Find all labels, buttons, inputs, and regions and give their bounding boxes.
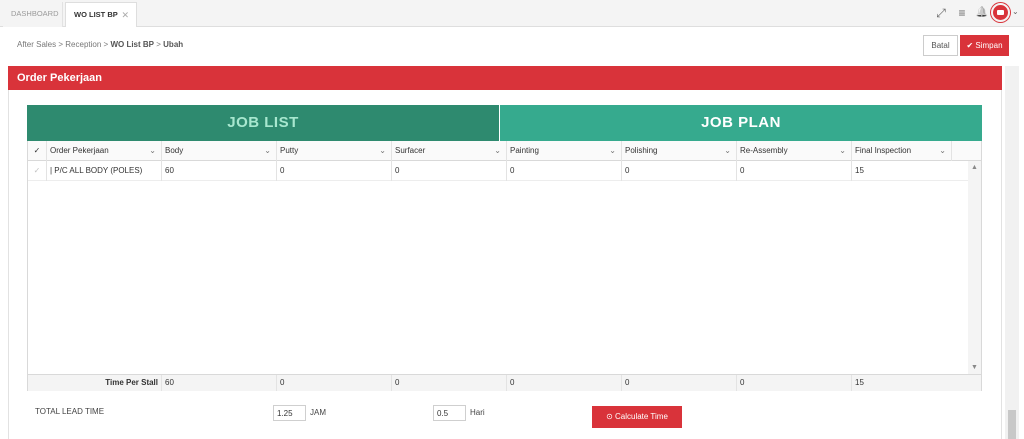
column-header-putty[interactable]: Putty ⌄	[277, 141, 392, 161]
breadcrumb: After Sales > Reception > WO List BP > U…	[17, 40, 183, 49]
menu-icon[interactable]: ≡	[955, 6, 969, 20]
page-scrollbar[interactable]	[1005, 66, 1019, 439]
column-header-order[interactable]: Order Pekerjaan ⌄	[47, 141, 162, 161]
tab-bar: DASHBOARD WO LIST BP ✕ ⤢ ≡ 🔔 ⌄	[0, 0, 1024, 27]
expand-icon[interactable]: ⤢	[934, 6, 948, 20]
save-button[interactable]: ✔ Simpan	[960, 35, 1009, 56]
calculate-time-button[interactable]: ⊙ Calculate Time	[592, 406, 682, 428]
chevron-down-icon[interactable]: ⌄	[939, 141, 946, 161]
column-label: Putty	[280, 146, 299, 155]
cell-painting[interactable]: 0	[507, 161, 622, 181]
column-header-final-inspection[interactable]: Final Inspection ⌄	[852, 141, 952, 161]
clock-icon: ⊙	[606, 412, 613, 421]
tab-dashboard[interactable]: DASHBOARD	[3, 2, 63, 27]
cell-order[interactable]: | P/C ALL BODY (POLES)	[47, 161, 162, 181]
chevron-down-icon[interactable]: ⌄	[494, 141, 501, 161]
close-icon[interactable]: ✕	[121, 3, 129, 27]
bell-icon[interactable]: 🔔	[975, 6, 989, 20]
grid-scrollbar[interactable]: ▲ ▼	[968, 161, 981, 374]
footer-surfacer: 0	[392, 375, 507, 391]
column-header-polishing[interactable]: Polishing ⌄	[622, 141, 737, 161]
scroll-up-icon[interactable]: ▲	[968, 164, 981, 171]
save-label: Simpan	[975, 41, 1003, 50]
column-label: Painting	[510, 146, 539, 155]
breadcrumb-current: Ubah	[163, 40, 184, 49]
hari-unit-label: Hari	[470, 408, 485, 417]
footer-reassembly: 0	[737, 375, 852, 391]
chevron-down-icon[interactable]: ⌄	[149, 141, 156, 161]
select-all-checkbox[interactable]: ✓	[28, 141, 47, 161]
tab-label: DASHBOARD	[11, 9, 59, 18]
breadcrumb-item[interactable]: Reception	[65, 40, 101, 49]
footer-putty: 0	[277, 375, 392, 391]
grid-header: ✓ Order Pekerjaan ⌄ Body ⌄ Putty ⌄ Surfacer…	[28, 141, 981, 161]
footer-body: 60	[162, 375, 277, 391]
lead-time-jam-input[interactable]	[273, 405, 306, 421]
column-header-reassembly[interactable]: Re-Assembly ⌄	[737, 141, 852, 161]
job-grid: ✓ Order Pekerjaan ⌄ Body ⌄ Putty ⌄ Surfacer…	[27, 141, 982, 391]
chevron-down-icon[interactable]: ⌄	[839, 141, 846, 161]
job-plan-banner: JOB PLAN	[500, 105, 982, 141]
scrollbar-thumb[interactable]	[1008, 410, 1016, 439]
breadcrumb-separator: >	[58, 40, 64, 49]
table-row[interactable]: ✓ | P/C ALL BODY (POLES) 60 0 0 0 0 0 15	[28, 161, 968, 181]
row-checkbox[interactable]: ✓	[28, 161, 47, 181]
tab-wo-list-bp[interactable]: WO LIST BP ✕	[65, 2, 137, 27]
column-header-surfacer[interactable]: Surfacer ⌄	[392, 141, 507, 161]
cell-body[interactable]: 60	[162, 161, 277, 181]
column-label: Final Inspection	[855, 146, 912, 155]
total-lead-time-label: TOTAL LEAD TIME	[35, 407, 105, 416]
avatar[interactable]	[991, 3, 1010, 22]
scroll-down-icon[interactable]: ▼	[968, 364, 981, 371]
job-list-banner: JOB LIST	[27, 105, 499, 141]
footer-painting: 0	[507, 375, 622, 391]
chevron-down-icon[interactable]: ⌄	[724, 141, 731, 161]
cancel-button[interactable]: Batal	[923, 35, 958, 56]
footer-label: Time Per Stall	[28, 375, 162, 391]
cell-reassembly[interactable]: 0	[737, 161, 852, 181]
column-header-body[interactable]: Body ⌄	[162, 141, 277, 161]
footer-polishing: 0	[622, 375, 737, 391]
footer-final-inspection: 15	[855, 378, 864, 387]
chevron-down-icon[interactable]: ⌄	[1012, 7, 1019, 16]
column-header-painting[interactable]: Painting ⌄	[507, 141, 622, 161]
column-label: Order Pekerjaan	[50, 146, 109, 155]
column-label: Surfacer	[395, 146, 426, 155]
cell-surfacer[interactable]: 0	[392, 161, 507, 181]
cell-final-inspection[interactable]: 15	[852, 161, 968, 181]
breadcrumb-separator: >	[103, 40, 109, 49]
lead-time-hari-input[interactable]	[433, 405, 466, 421]
column-label: Polishing	[625, 146, 658, 155]
cell-putty[interactable]: 0	[277, 161, 392, 181]
chevron-down-icon[interactable]: ⌄	[264, 141, 271, 161]
breadcrumb-item[interactable]: WO List BP	[110, 40, 154, 49]
column-label: Re-Assembly	[740, 146, 788, 155]
chevron-down-icon[interactable]: ⌄	[609, 141, 616, 161]
breadcrumb-separator: >	[156, 40, 161, 49]
panel-title: Order Pekerjaan	[8, 66, 1002, 90]
cell-polishing[interactable]: 0	[622, 161, 737, 181]
chevron-down-icon[interactable]: ⌄	[379, 141, 386, 161]
check-icon: ✔	[966, 41, 974, 50]
breadcrumb-item[interactable]: After Sales	[17, 40, 56, 49]
column-label: Body	[165, 146, 184, 155]
jam-unit-label: JAM	[310, 408, 326, 417]
grid-footer: Time Per Stall 60 0 0 0 0 0 15	[28, 374, 981, 391]
tab-label: WO LIST BP	[74, 10, 118, 19]
calculate-time-label: Calculate Time	[615, 412, 668, 421]
